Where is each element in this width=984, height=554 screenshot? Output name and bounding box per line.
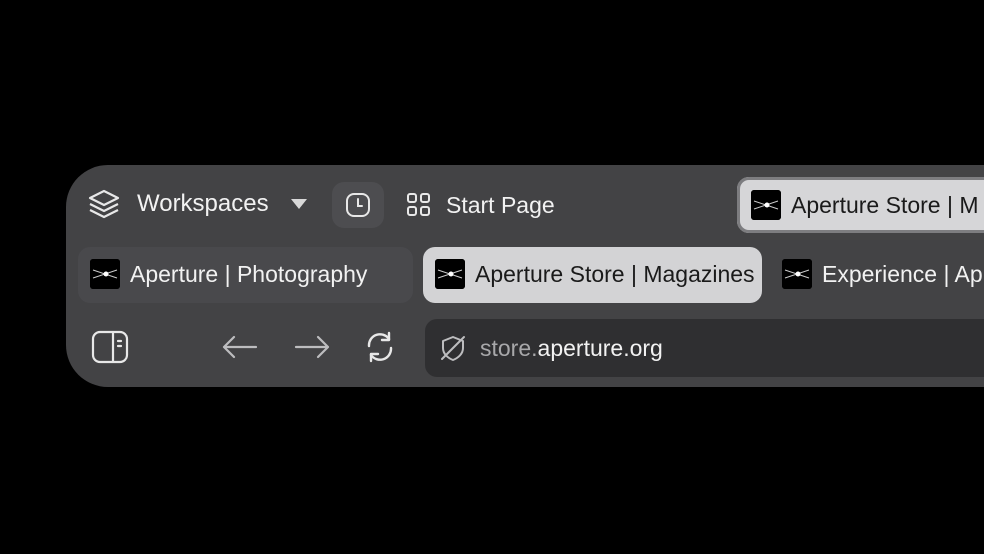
workspaces-label[interactable]: Workspaces [137, 189, 269, 219]
arrow-left-icon[interactable] [220, 332, 260, 362]
url-text[interactable]: store.aperture.org [480, 335, 663, 362]
tab-label: Aperture Store | Magazines [475, 261, 755, 287]
tab-bar: Aperture | Photography Aperture Store | … [66, 245, 984, 315]
aperture-favicon-icon [782, 259, 812, 289]
start-page-label: Start Page [446, 191, 555, 218]
grid-icon [407, 193, 430, 216]
browser-window: Workspaces Start Page Aperture Store | M… [66, 165, 984, 387]
aperture-favicon-icon [751, 190, 781, 220]
tab-label: Experience | Ap [822, 261, 983, 287]
layers-icon[interactable] [86, 186, 122, 222]
tab-experience[interactable]: Experience | Ap [770, 247, 984, 303]
top-toolbar: Workspaces Start Page Aperture Store | M [66, 165, 984, 245]
sidebar-toggle-icon[interactable] [90, 329, 130, 365]
reload-icon[interactable] [362, 329, 398, 365]
pinned-tab-label: Aperture Store | M [791, 192, 979, 218]
arrow-right-icon[interactable] [292, 332, 332, 362]
tab-aperture-store-active[interactable]: Aperture Store | Magazines [423, 247, 762, 303]
navigation-bar: store.aperture.org [66, 315, 984, 387]
pinned-tab[interactable]: Aperture Store | M [737, 177, 984, 233]
tab-aperture-photography[interactable]: Aperture | Photography [78, 247, 413, 303]
start-page-button[interactable]: Start Page [406, 187, 555, 223]
url-subdomain: store. [480, 335, 538, 361]
url-domain: aperture.org [537, 335, 663, 361]
shield-slash-icon[interactable] [439, 334, 467, 362]
address-bar[interactable]: store.aperture.org [425, 319, 984, 377]
aperture-favicon-icon [435, 259, 465, 289]
aperture-favicon-icon [90, 259, 120, 289]
caret-down-icon[interactable] [288, 197, 310, 211]
history-button[interactable] [332, 182, 384, 228]
clock-icon [346, 193, 370, 217]
tab-label: Aperture | Photography [130, 261, 368, 287]
